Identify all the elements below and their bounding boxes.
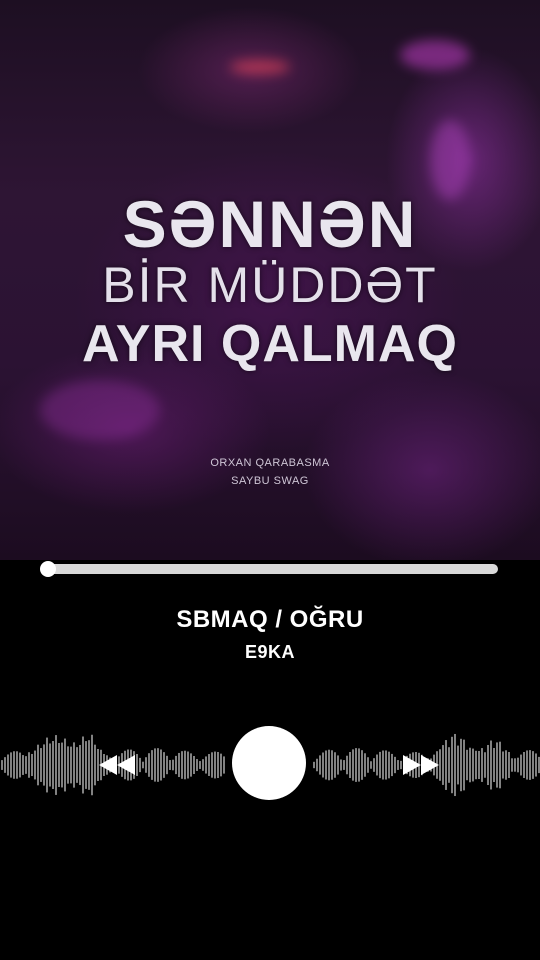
track-title: SBMAQ / OĞRU <box>176 606 364 633</box>
rewind-icon[interactable] <box>97 753 137 777</box>
track-artist: E9KA <box>244 642 295 662</box>
cover-title-line2: BİR MÜDDƏT <box>102 257 438 313</box>
cover-credit-2: SAYBU SWAG <box>231 475 309 487</box>
progress-handle[interactable] <box>40 561 56 577</box>
fast-forward-icon[interactable] <box>401 753 441 777</box>
neon-light-red <box>230 60 290 74</box>
play-button[interactable] <box>232 726 306 800</box>
neon-light-purple <box>400 40 470 70</box>
cover-title-line3: AYRI QALMAQ <box>82 315 458 373</box>
cover-title-line1: SƏNNƏN <box>122 187 418 261</box>
progress-bar[interactable] <box>40 561 498 577</box>
cover-credit-1: ORXAN QARABASMA <box>210 457 330 469</box>
album-art: SƏNNƏN BİR MÜDDƏT AYRI QALMAQ ORXAN QARA… <box>0 0 540 560</box>
smoke-glow <box>40 380 160 440</box>
